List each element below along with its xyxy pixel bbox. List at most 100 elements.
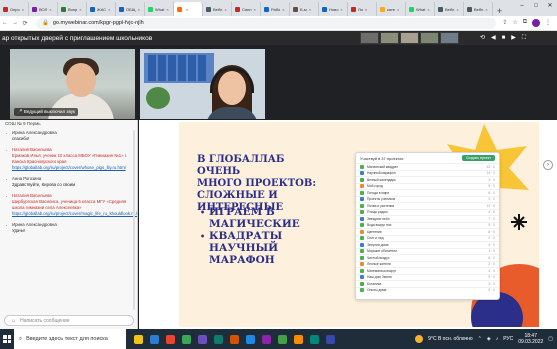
taskbar-app-icon[interactable] — [246, 334, 255, 344]
notifications-icon[interactable]: ▢ — [548, 336, 553, 342]
participant-video[interactable] — [140, 49, 265, 119]
taskbar-app-icon[interactable] — [214, 334, 223, 344]
tab-close-icon[interactable]: × — [427, 7, 429, 12]
project-icon — [360, 197, 364, 202]
tab-close-icon[interactable]: × — [485, 7, 487, 12]
taskbar-app-icon[interactable] — [134, 334, 143, 344]
menu-dots-icon[interactable]: ⋮ — [545, 19, 551, 27]
browser-tab[interactable]: Вопр × — [58, 2, 87, 16]
tab-close-icon[interactable]: × — [309, 7, 311, 12]
slide-thumbnail[interactable] — [400, 32, 419, 44]
taskbar-app-icon[interactable] — [230, 334, 239, 344]
chat-scrollbar[interactable] — [133, 130, 135, 310]
browser-tab[interactable]: Ли × — [348, 2, 377, 16]
slide-thumbnail[interactable] — [420, 32, 439, 44]
taskbar-app-icon[interactable] — [166, 334, 175, 344]
browser-tab[interactable]: кате × — [377, 2, 406, 16]
close-window-button[interactable]: ✕ — [543, 0, 557, 12]
slide-thumbnail[interactable] — [380, 32, 399, 44]
url-input[interactable]: 🔒 go.mywebinar.com/kpgr-pgpl-fvjc-njlh — [36, 17, 497, 29]
back-arrow-icon[interactable]: ← — [0, 20, 10, 26]
volume-icon[interactable]: ♪ — [496, 336, 499, 342]
tab-close-icon[interactable]: × — [456, 7, 458, 12]
extensions-icon[interactable]: ⧉ — [523, 19, 527, 27]
browser-tab[interactable]: Вебн × — [464, 2, 493, 16]
browser-tab[interactable]: Вебн × — [435, 2, 464, 16]
taskbar-app-icon[interactable] — [294, 334, 303, 344]
next-icon[interactable]: ▶ — [511, 31, 516, 45]
tab-label: Б-м — [300, 6, 307, 12]
browser-tab[interactable]: ВОЛ × — [29, 2, 58, 16]
browser-tab-strip: Опро × ВОЛ × Вопр × ЖАС × ОБЩ × What × × Вебн × Санп × Ра… — [0, 0, 557, 16]
smile-icon[interactable]: ☺ — [11, 318, 16, 324]
browser-tab[interactable]: Вебн × — [203, 2, 232, 16]
taskbar-app-icon[interactable] — [278, 334, 287, 344]
stop-icon[interactable]: ■ — [502, 31, 506, 45]
message-link[interactable]: https://globallab.org/ru/project/cover/m… — [12, 211, 137, 217]
reload-icon[interactable]: ⟳ — [20, 20, 30, 27]
share-icon[interactable]: ⇪ — [502, 19, 507, 27]
browser-tab[interactable]: Рабо × — [261, 2, 290, 16]
fullscreen-icon[interactable]: ⛶ — [522, 31, 526, 45]
taskbar-app-icon[interactable] — [150, 334, 159, 344]
new-tab-button[interactable]: + — [493, 6, 506, 16]
taskbar-app-icon[interactable] — [182, 334, 191, 344]
maximize-button[interactable]: □ — [529, 0, 543, 12]
tab-close-icon[interactable]: × — [22, 7, 24, 12]
browser-tab[interactable]: What × — [145, 2, 174, 16]
chat-messages: ◔ Ирина Александровна спасибо! ◔ Наталия Вас… — [0, 128, 137, 237]
tab-label: Вебн — [213, 6, 223, 12]
tab-close-icon[interactable]: × — [49, 7, 51, 12]
browser-tab[interactable]: × — [174, 2, 203, 16]
tab-close-icon[interactable]: × — [138, 7, 140, 12]
tray-arrow-icon[interactable]: ⌃ — [478, 336, 482, 342]
prev-icon[interactable]: ◀ — [491, 31, 496, 45]
project-name: Математика вокруг — [367, 268, 397, 273]
taskbar-app-icon[interactable] — [310, 334, 319, 344]
tab-close-icon[interactable]: × — [108, 7, 110, 12]
tab-close-icon[interactable]: × — [79, 7, 81, 12]
tab-close-icon[interactable]: × — [224, 7, 226, 12]
tab-close-icon[interactable]: × — [186, 7, 188, 12]
project-icon — [360, 255, 364, 260]
browser-tab[interactable]: What × — [406, 2, 435, 16]
profile-avatar[interactable] — [532, 19, 540, 27]
slide-thumbnail[interactable] — [440, 32, 459, 44]
project-name: Энергия дома — [367, 242, 389, 247]
next-slide-arrow-icon[interactable]: › — [543, 160, 553, 170]
plant-decoration — [146, 87, 170, 109]
browser-tab[interactable]: Опро × — [0, 2, 29, 16]
chat-input[interactable]: ☺ Написать сообщение — [4, 315, 134, 326]
language-indicator[interactable]: РУС — [503, 336, 513, 342]
star-icon[interactable]: ☆ — [512, 19, 517, 27]
tab-close-icon[interactable]: × — [166, 7, 168, 12]
browser-tab[interactable]: ОБЩ × — [116, 2, 145, 16]
taskbar-app-icon[interactable] — [198, 334, 207, 344]
taskbar-app-icon[interactable] — [326, 334, 335, 344]
tab-close-icon[interactable]: × — [254, 7, 256, 12]
tab-close-icon[interactable]: × — [340, 7, 342, 12]
message-link[interactable]: https://globallab.org/ru/project/cover/w… — [12, 165, 131, 171]
tab-close-icon[interactable]: × — [365, 7, 367, 12]
webinar-title-bar: ар открытых дверей с приглашением школьн… — [0, 31, 557, 45]
browser-tab[interactable]: Ново × — [319, 2, 348, 16]
weather-text[interactable]: 9°С В осн. облачно — [428, 336, 472, 342]
project-icon — [360, 203, 364, 208]
project-name: Цветение — [367, 229, 382, 234]
forward-arrow-icon[interactable]: → — [10, 20, 20, 26]
tab-label: Вебн — [474, 6, 484, 12]
presenter-video[interactable]: 🎤 Ведущий выключил звук — [10, 49, 135, 119]
taskbar-app-icon[interactable] — [262, 334, 271, 344]
start-button[interactable] — [0, 329, 14, 349]
tab-close-icon[interactable]: × — [397, 7, 399, 12]
browser-tab[interactable]: Б-м × — [290, 2, 319, 16]
slide-thumbnail[interactable] — [360, 32, 379, 44]
clock[interactable]: 18:47 09.03.2022 — [518, 333, 543, 345]
browser-tab[interactable]: Санп × — [232, 2, 261, 16]
rotate-icon[interactable]: ⟲ — [480, 31, 485, 45]
network-icon[interactable]: ◈ — [487, 336, 491, 342]
browser-tab[interactable]: ЖАС × — [87, 2, 116, 16]
minimize-button[interactable]: – — [515, 0, 529, 12]
tab-close-icon[interactable]: × — [282, 7, 284, 12]
taskbar-search[interactable]: ⌕ Введите здесь текст для поиска — [14, 329, 126, 349]
